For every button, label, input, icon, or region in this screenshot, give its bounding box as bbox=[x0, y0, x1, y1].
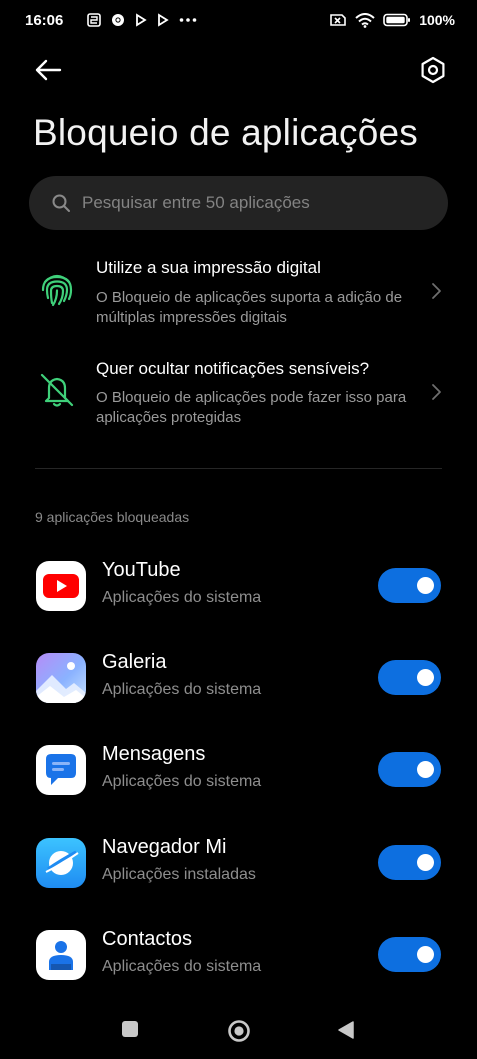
system-nav-bar bbox=[0, 1000, 477, 1059]
fingerprint-icon bbox=[41, 274, 73, 307]
fingerprint-info-description: O Bloqueio de aplicações suporta a adiçã… bbox=[96, 289, 403, 326]
hide-notifications-info-description: O Bloqueio de aplicações pode fazer isso… bbox=[96, 389, 407, 426]
app-category: Aplicações do sistema bbox=[102, 773, 262, 790]
lock-toggle-youtube[interactable] bbox=[378, 568, 441, 603]
toggle-knob bbox=[417, 577, 434, 594]
lock-toggle-galeria[interactable] bbox=[378, 660, 441, 695]
gallery-icon bbox=[36, 653, 86, 703]
locked-apps-count: 9 aplicações bloqueadas bbox=[35, 509, 190, 525]
battery-icon bbox=[383, 13, 411, 27]
search-bar[interactable] bbox=[29, 176, 448, 230]
chevron-right-icon bbox=[432, 384, 441, 400]
gear-icon bbox=[421, 56, 445, 84]
chrome-icon bbox=[112, 14, 124, 26]
lock-toggle-navegador-mi[interactable] bbox=[378, 845, 441, 880]
app-category: Aplicações do sistema bbox=[102, 958, 262, 975]
play-icon bbox=[158, 13, 169, 27]
toggle-knob bbox=[417, 854, 434, 871]
sim-off-icon bbox=[330, 14, 346, 26]
divider bbox=[35, 468, 442, 469]
app-row-mensagens[interactable]: Mensagens Aplicações do sistema bbox=[0, 743, 477, 825]
hide-notifications-info-title: Quer ocultar notificações sensíveis? bbox=[96, 359, 370, 378]
arrow-left-icon bbox=[35, 59, 62, 81]
toggle-knob bbox=[417, 761, 434, 778]
app-row-galeria[interactable]: Galeria Aplicações do sistema bbox=[0, 651, 477, 733]
app-name: Navegador Mi bbox=[102, 836, 227, 858]
status-notification-icons bbox=[87, 13, 197, 27]
battery-percentage: 100% bbox=[419, 12, 455, 28]
settings-button[interactable] bbox=[418, 55, 448, 85]
app-name: Mensagens bbox=[102, 743, 206, 765]
recents-square-icon[interactable] bbox=[121, 1020, 139, 1038]
back-triangle-icon[interactable] bbox=[337, 1020, 355, 1040]
fingerprint-info-title: Utilize a sua impressão digital bbox=[96, 258, 321, 277]
bell-off-icon bbox=[40, 373, 74, 407]
notification-icon bbox=[87, 13, 101, 27]
app-row-contactos[interactable]: Contactos Aplicações do sistema bbox=[0, 928, 477, 1010]
app-category: Aplicações do sistema bbox=[102, 589, 262, 606]
play-icon bbox=[136, 13, 147, 27]
search-icon bbox=[52, 194, 70, 212]
app-name: Contactos bbox=[102, 928, 193, 950]
fingerprint-info-row[interactable]: Utilize a sua impressão digital O Bloque… bbox=[0, 256, 477, 336]
wifi-icon bbox=[355, 12, 375, 28]
app-row-youtube[interactable]: YouTube Aplicações do sistema bbox=[0, 559, 477, 641]
page-title: Bloqueio de aplicações bbox=[33, 112, 418, 153]
mi-browser-icon bbox=[36, 838, 86, 888]
chevron-right-icon bbox=[432, 283, 441, 299]
home-circle-icon[interactable] bbox=[227, 1019, 251, 1043]
status-bar: 16:06 100% bbox=[0, 0, 477, 44]
contacts-icon bbox=[36, 930, 86, 980]
youtube-icon bbox=[36, 561, 86, 611]
app-name: YouTube bbox=[102, 559, 181, 581]
lock-toggle-contactos[interactable] bbox=[378, 937, 441, 972]
app-category: Aplicações instaladas bbox=[102, 866, 256, 883]
app-name: Galeria bbox=[102, 651, 167, 673]
hide-notifications-info-row[interactable]: Quer ocultar notificações sensíveis? O B… bbox=[0, 357, 477, 437]
status-system-icons: 100% bbox=[329, 12, 455, 28]
app-row-navegador-mi[interactable]: Navegador Mi Aplicações instaladas bbox=[0, 836, 477, 918]
back-button[interactable] bbox=[33, 55, 63, 85]
lock-toggle-mensagens[interactable] bbox=[378, 752, 441, 787]
messages-icon bbox=[36, 745, 86, 795]
status-time: 16:06 bbox=[25, 12, 64, 29]
more-dots-icon bbox=[179, 18, 197, 22]
search-input[interactable] bbox=[82, 176, 422, 230]
toggle-knob bbox=[417, 669, 434, 686]
app-category: Aplicações do sistema bbox=[102, 681, 262, 698]
toggle-knob bbox=[417, 946, 434, 963]
